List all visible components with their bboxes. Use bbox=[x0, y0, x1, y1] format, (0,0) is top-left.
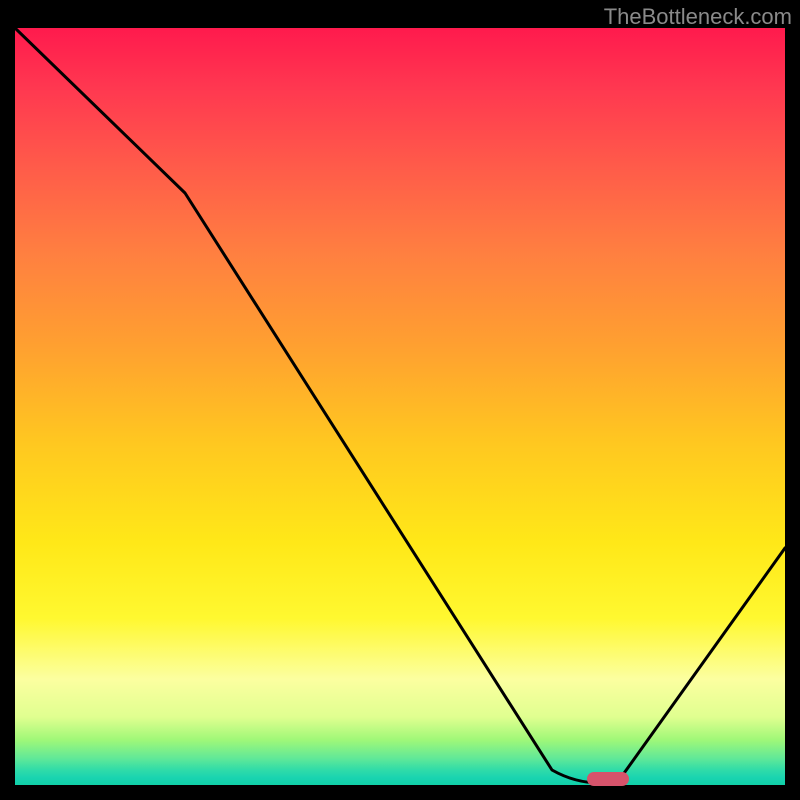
chart-curve bbox=[15, 28, 785, 785]
watermark-text: TheBottleneck.com bbox=[604, 4, 792, 30]
bottleneck-chart bbox=[15, 28, 785, 785]
curve-path bbox=[15, 28, 785, 783]
optimum-marker bbox=[587, 772, 629, 786]
